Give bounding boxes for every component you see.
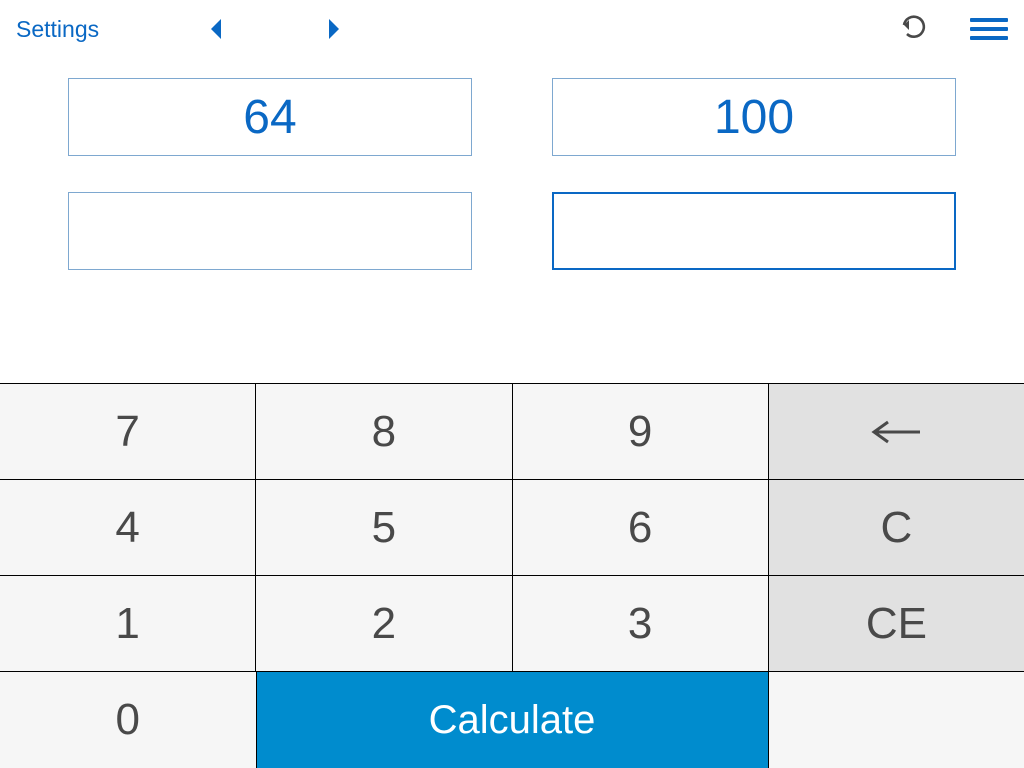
input-top-right[interactable]: 100 [552,78,956,156]
key-5[interactable]: 5 [256,480,512,576]
key-1[interactable]: 1 [0,576,256,672]
next-arrow-icon[interactable] [325,17,341,41]
backspace-arrow-icon [866,420,926,444]
key-blank [769,672,1024,768]
key-0[interactable]: 0 [0,672,257,768]
key-3[interactable]: 3 [513,576,769,672]
key-calculate[interactable]: Calculate [257,672,769,768]
key-clear-entry[interactable]: CE [769,576,1024,672]
settings-link[interactable]: Settings [16,16,99,43]
key-2[interactable]: 2 [256,576,512,672]
key-clear[interactable]: C [769,480,1024,576]
key-4[interactable]: 4 [0,480,256,576]
key-9[interactable]: 9 [513,384,769,480]
key-7[interactable]: 7 [0,384,256,480]
key-6[interactable]: 6 [513,480,769,576]
input-bottom-right[interactable] [552,192,956,270]
input-top-left[interactable]: 64 [68,78,472,156]
undo-icon[interactable] [898,12,930,47]
keypad: 7 8 9 4 5 6 C 1 2 3 CE 0 Calculate [0,383,1024,768]
input-bottom-left[interactable] [68,192,472,270]
menu-icon[interactable] [970,18,1008,40]
prev-arrow-icon[interactable] [209,17,225,41]
key-backspace[interactable] [769,384,1024,480]
key-8[interactable]: 8 [256,384,512,480]
